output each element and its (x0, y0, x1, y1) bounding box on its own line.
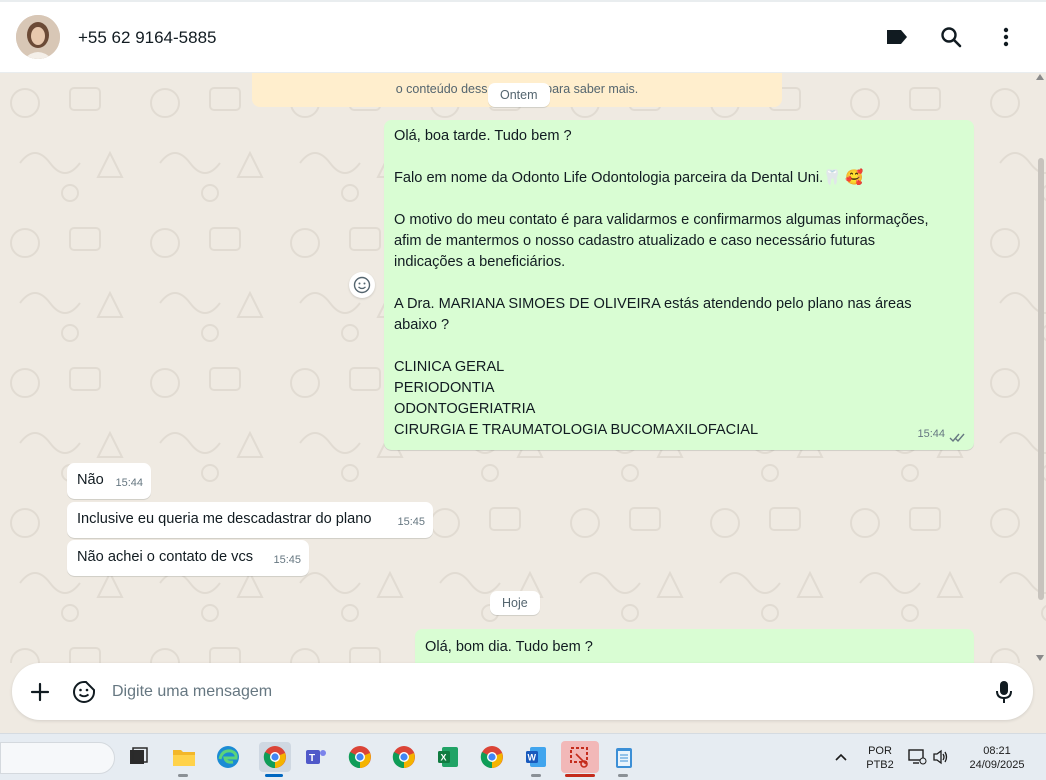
chat-scrollbar[interactable] (1038, 158, 1044, 600)
message-text: Não achei o contato de vcs (77, 549, 254, 565)
taskbar-search-box[interactable] (0, 742, 115, 774)
clock-date: 24/09/2025 (969, 759, 1025, 771)
message-bubble-outgoing[interactable]: Olá, boa tarde. Tudo bem ? Falo em nome … (384, 120, 974, 450)
label-icon[interactable] (884, 24, 910, 50)
message-bubble-incoming[interactable]: Não achei o contato de vcs 15:45 (67, 540, 309, 576)
message-time: 15:44 (115, 477, 143, 489)
message-input[interactable] (112, 679, 972, 705)
message-line: CIRURGIA E TRAUMATOLOGIA BUCOMAXILOFACIA… (394, 422, 759, 438)
contact-name[interactable]: +55 62 9164-5885 (78, 28, 217, 48)
word-indicator (531, 774, 541, 777)
message-line: PERIODONTIA (394, 380, 495, 396)
message-line: CLINICA GERAL (394, 359, 505, 375)
message-line: indicações a beneficiários. (394, 254, 566, 270)
composer-bar (0, 663, 1046, 735)
composer-box (12, 663, 1033, 720)
contact-avatar[interactable] (16, 15, 60, 59)
chrome-profile-icon[interactable] (347, 744, 373, 770)
message-line: ODONTOGERIATRIA (394, 401, 536, 417)
message-time: 15:45 (273, 554, 301, 566)
message-bubble-incoming[interactable]: Não 15:44 (67, 463, 151, 499)
menu-icon[interactable] (993, 24, 1019, 50)
svg-text:W: W (528, 753, 537, 763)
chrome-active-indicator (265, 774, 283, 777)
plus-icon[interactable] (27, 679, 53, 705)
message-text: Não (77, 472, 104, 488)
message-line: A Dra. MARIANA SIMOES DE OLIVEIRA estás … (394, 296, 912, 312)
file-explorer-indicator (178, 774, 188, 777)
notepad-indicator (618, 774, 628, 777)
message-text: Olá, bom dia. Tudo bem ? (425, 639, 593, 655)
message-time: 15:45 (397, 516, 425, 528)
svg-text:X: X (441, 753, 447, 763)
message-bubble-incoming[interactable]: Inclusive eu queria me descadastrar do p… (67, 502, 433, 538)
network-icon[interactable] (904, 744, 930, 770)
clock[interactable]: 08:21 24/09/2025 (958, 744, 1036, 772)
message-line: abaixo ? (394, 317, 450, 333)
volume-icon[interactable] (928, 744, 954, 770)
language-indicator[interactable]: POR PTB2 (860, 744, 900, 772)
read-ticks-icon (949, 433, 965, 443)
file-explorer-icon[interactable] (171, 744, 197, 770)
scroll-down-icon[interactable] (1036, 655, 1044, 661)
sticker-icon[interactable] (71, 679, 97, 705)
chat-header: +55 62 9164-5885 (0, 0, 1046, 73)
message-line: Olá, boa tarde. Tudo bem ? (394, 128, 572, 144)
message-time: 15:44 (917, 428, 945, 440)
search-icon[interactable] (938, 24, 964, 50)
task-view-icon[interactable] (125, 744, 151, 770)
date-chip-yesterday: Ontem (488, 83, 550, 107)
message-text: Inclusive eu queria me descadastrar do p… (77, 511, 372, 527)
message-line: O motivo do meu contato é para validarmo… (394, 212, 929, 228)
word-icon[interactable]: W (523, 744, 549, 770)
show-hidden-icons-chevron-icon[interactable] (828, 744, 854, 770)
microphone-icon[interactable] (991, 679, 1017, 705)
excel-icon[interactable]: X (435, 744, 461, 770)
date-chip-today: Hoje (490, 591, 540, 615)
snipping-tool-icon[interactable] (561, 741, 599, 773)
svg-text:T: T (309, 753, 315, 764)
message-line: Falo em nome da Odonto Life Odontologia … (394, 170, 864, 186)
message-text: Olá, boa tarde. Tudo bem ? Falo em nome … (394, 126, 964, 441)
notepad-icon[interactable] (611, 744, 637, 770)
language-code: POR (868, 745, 892, 757)
message-line: afim de mantermos o nosso cadastro atual… (394, 233, 876, 249)
chrome-profile-icon[interactable] (391, 744, 417, 770)
teams-icon[interactable]: T (303, 744, 329, 770)
react-emoji-icon[interactable] (349, 272, 375, 298)
chrome-profile-icon[interactable] (479, 744, 505, 770)
keyboard-layout: PTB2 (866, 759, 894, 771)
clock-time: 08:21 (983, 745, 1011, 757)
edge-icon[interactable] (215, 744, 241, 770)
windows-taskbar: T X W POR PTB2 08:21 24/09/2025 (0, 733, 1046, 780)
scroll-up-icon[interactable] (1036, 74, 1044, 80)
snipping-tool-indicator (565, 774, 595, 777)
chrome-active-icon[interactable] (259, 742, 291, 772)
